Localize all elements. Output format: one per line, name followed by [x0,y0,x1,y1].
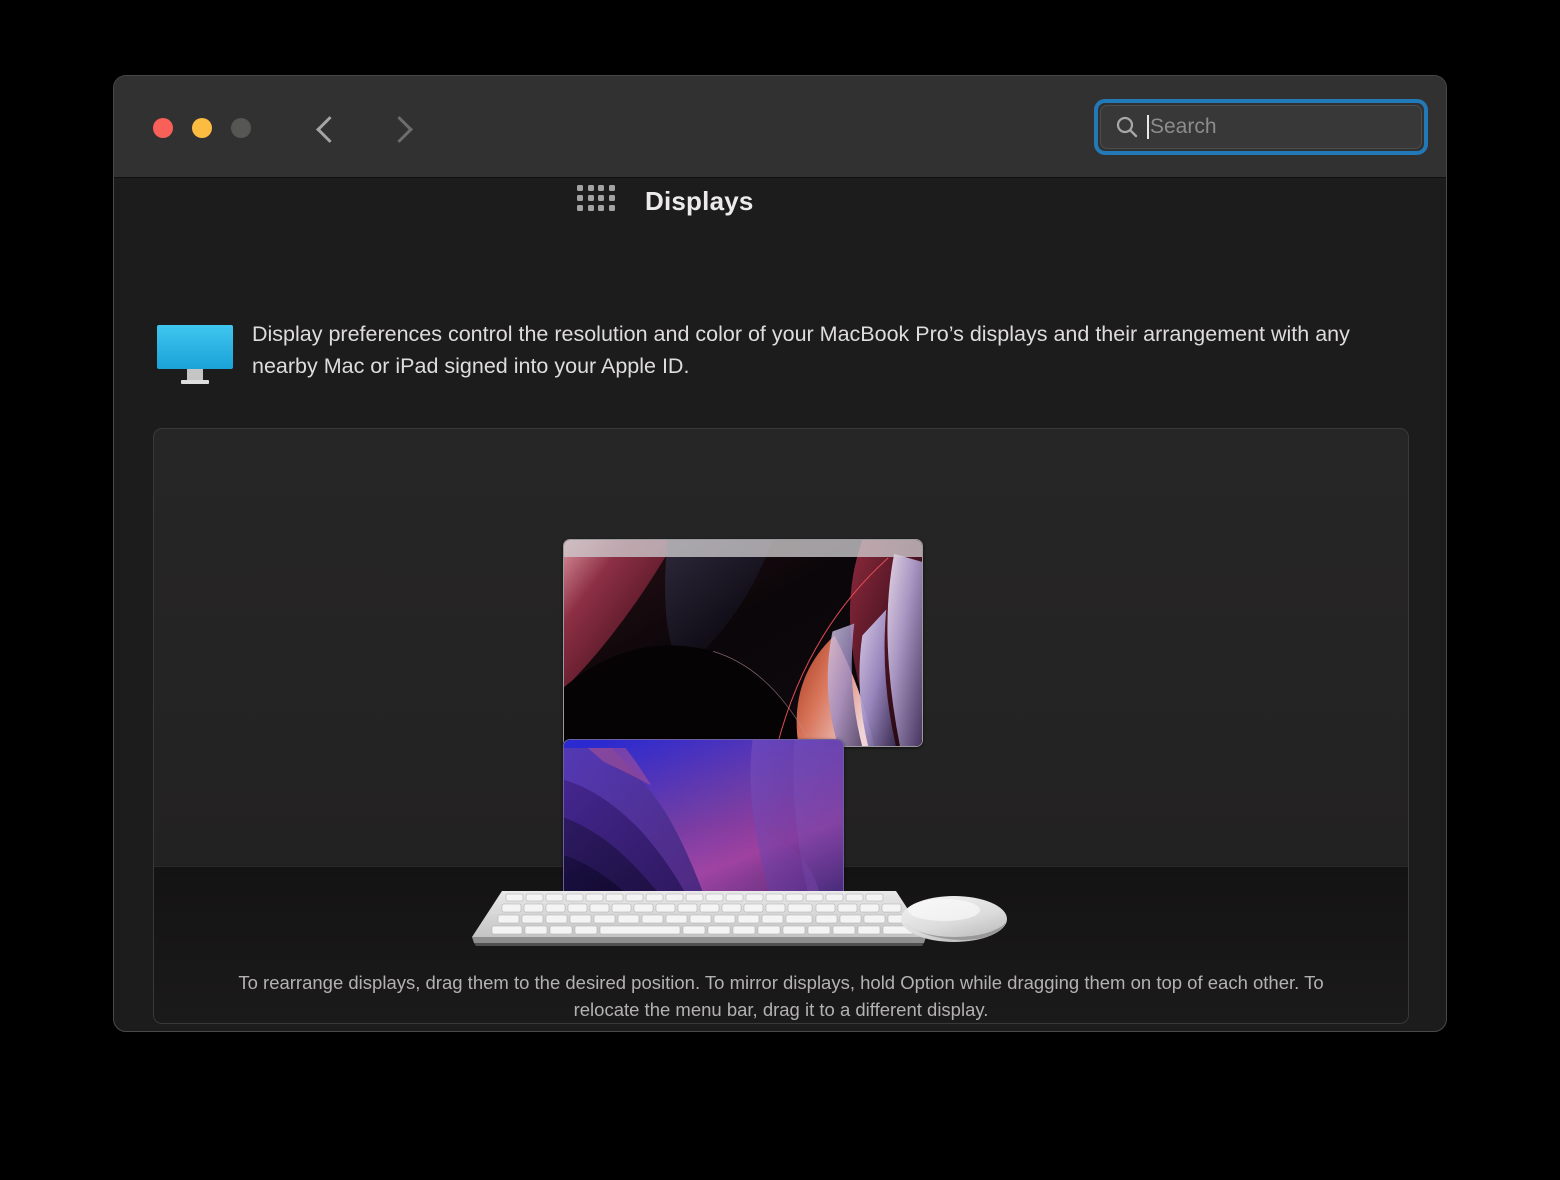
text-cursor [1147,115,1149,139]
minimize-button[interactable] [192,118,212,138]
back-chevron-icon[interactable] [310,112,342,144]
search-icon [1116,116,1138,138]
intro-section: Display preferences control the resoluti… [156,318,1406,385]
search-placeholder: Search [1150,115,1217,138]
magic-mouse-icon [901,896,1007,942]
primary-display-thumbnail[interactable] [563,539,923,747]
show-all-grid-icon[interactable] [577,185,615,211]
primary-display-wallpaper [564,540,922,746]
page-title: Displays [645,186,754,216]
intro-text: Display preferences control the resoluti… [252,322,1350,378]
display-arrangement-panel[interactable]: To rearrange displays, drag them to the … [153,428,1409,1024]
peripherals-illustration [472,891,1007,946]
display-monitor-icon [157,325,233,384]
menu-bar-indicator [564,540,922,557]
arrangement-hint-text: To rearrange displays, drag them to the … [238,972,1324,1020]
navigation-buttons [310,112,418,144]
traffic-lights [153,118,251,138]
zoom-button [231,118,251,138]
window-titlebar: Displays Search [114,76,1446,216]
close-button[interactable] [153,118,173,138]
displays-preferences-window: Displays Search Display preferences cont… [113,75,1447,1032]
search-input[interactable]: Search [1100,105,1422,149]
search-focus-ring: Search [1094,99,1428,155]
magic-keyboard-icon [472,891,926,946]
forward-chevron-icon [386,112,418,144]
